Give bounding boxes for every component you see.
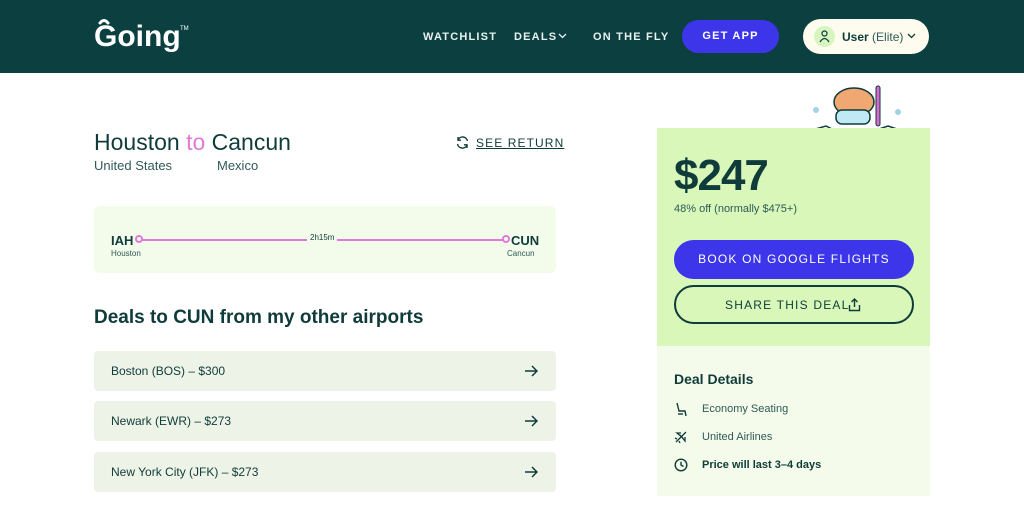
route-title: Houston to Cancun — [94, 129, 291, 156]
chevron-down-icon — [558, 33, 567, 39]
flight-duration: 2h15m — [307, 233, 338, 242]
nav-on-the-fly[interactable]: ON THE FLY — [593, 31, 669, 43]
other-airport-deal-label: New York City (JFK) – $273 — [111, 465, 259, 479]
svg-text:Going: Going — [94, 20, 181, 53]
detail-label: United Airlines — [702, 431, 773, 443]
user-name-label: User — [842, 30, 869, 44]
share-icon — [848, 298, 861, 312]
user-menu-button[interactable]: User (Elite) — [803, 19, 929, 54]
deal-price: $247 — [674, 151, 769, 200]
destination-country: Mexico — [217, 158, 259, 173]
seat-icon — [676, 402, 687, 417]
route-connector: to — [186, 129, 206, 155]
nav-watchlist[interactable]: WATCHLIST — [423, 31, 497, 43]
origin-dot — [135, 235, 143, 243]
airplane-arrow-icon — [525, 415, 538, 427]
destination-city: Cancun — [211, 129, 291, 155]
deal-details-title: Deal Details — [674, 371, 754, 387]
share-deal-button[interactable]: SHARE THIS DEAL — [674, 285, 914, 324]
plane-icon — [674, 431, 687, 444]
detail-label: Economy Seating — [702, 403, 789, 415]
airplane-arrow-icon — [525, 466, 538, 478]
destination-airport-code: CUN — [511, 233, 540, 248]
origin-country: United States — [94, 158, 173, 173]
other-airport-deal-label: Newark (EWR) – $273 — [111, 414, 232, 428]
flight-route-card: IAH Houston 2h15m CUN Cancun — [94, 206, 556, 273]
destination-dot — [502, 235, 510, 243]
origin-airport-code: IAH — [111, 233, 134, 248]
clock-icon — [674, 458, 688, 472]
nav-deals[interactable]: DEALS — [514, 31, 567, 43]
snorkel-mascot-illustration — [811, 85, 901, 131]
user-name: User (Elite) — [842, 30, 903, 44]
other-airport-deal-row[interactable]: Newark (EWR) – $273 — [94, 401, 556, 441]
share-deal-label: SHARE THIS DEAL — [725, 298, 850, 312]
see-return-label: SEE RETURN — [476, 136, 565, 150]
price-panel: $247 48% off (normally $475+) BOOK ON GO… — [657, 128, 930, 346]
get-app-button[interactable]: GET APP — [682, 20, 779, 53]
refresh-icon — [456, 136, 469, 149]
deal-details-panel: Deal Details Economy Seating United Airl… — [657, 346, 930, 496]
going-logo[interactable]: Going TM — [94, 17, 190, 55]
top-navigation-bar: Going TM WATCHLIST DEALS ON THE FLY GET … — [0, 0, 1024, 73]
nav-deals-label: DEALS — [514, 31, 558, 43]
destination-airport-city: Cancun — [507, 249, 535, 258]
origin-city: Houston — [94, 129, 180, 155]
book-on-google-flights-button[interactable]: BOOK ON GOOGLE FLIGHTS — [674, 240, 914, 279]
airplane-arrow-icon — [525, 365, 538, 377]
chevron-down-icon — [907, 33, 916, 39]
other-airport-deal-label: Boston (BOS) – $300 — [111, 364, 226, 378]
avatar — [814, 26, 835, 47]
other-airport-deal-row[interactable]: Boston (BOS) – $300 — [94, 351, 556, 391]
deal-discount: 48% off (normally $475+) — [674, 203, 798, 215]
svg-text:TM: TM — [180, 26, 189, 32]
user-tier: (Elite) — [872, 30, 904, 44]
other-airport-deal-row[interactable]: New York City (JFK) – $273 — [94, 452, 556, 492]
other-airports-title: Deals to CUN from my other airports — [94, 307, 424, 328]
detail-label: Price will last 3–4 days — [702, 459, 822, 471]
origin-airport-city: Houston — [111, 249, 141, 258]
user-icon — [819, 30, 830, 43]
